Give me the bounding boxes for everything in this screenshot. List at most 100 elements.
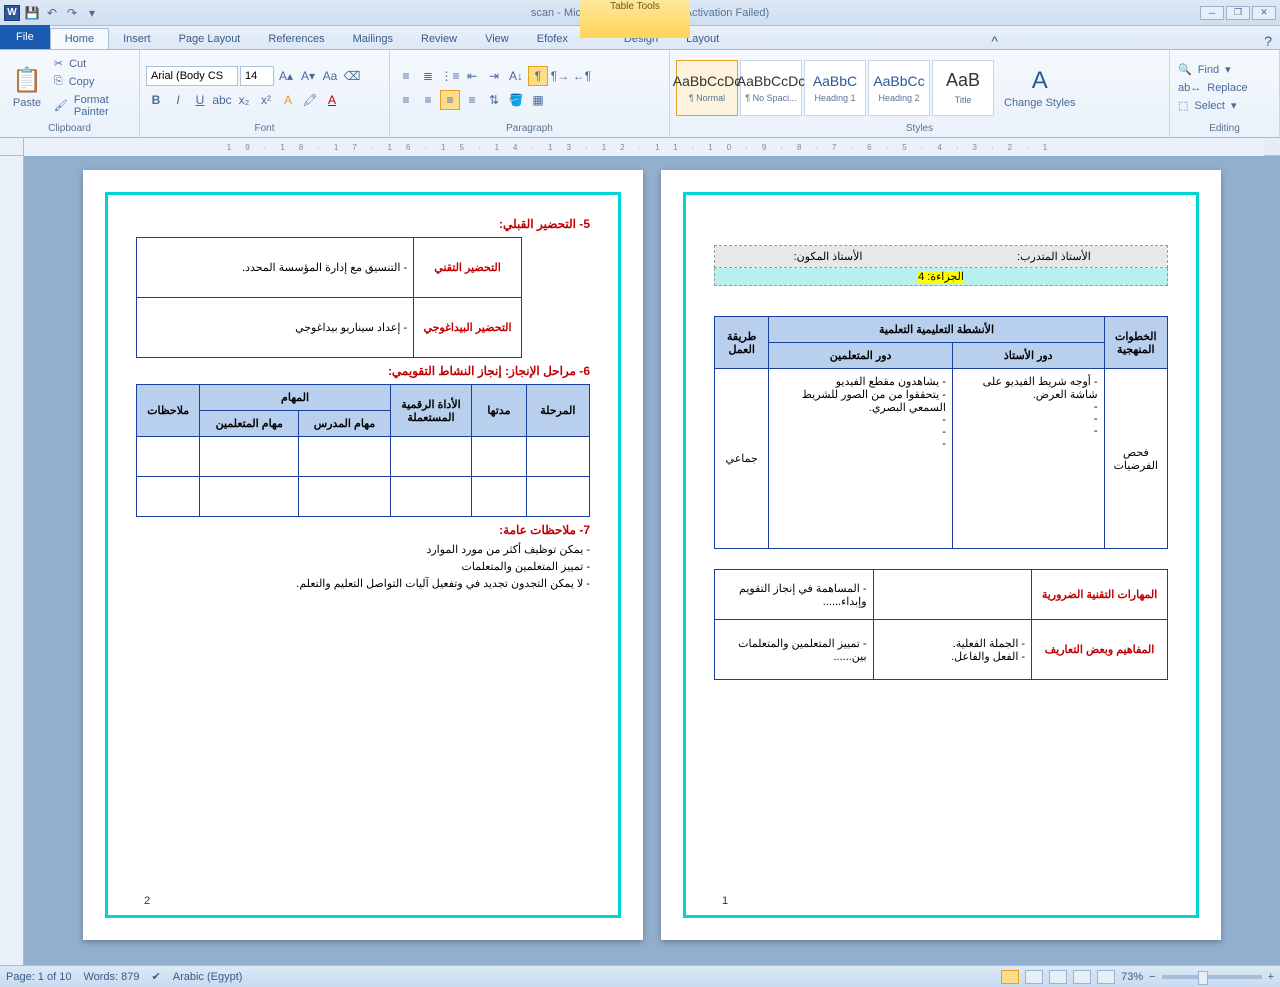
header-trainer: الأستاذ المكون: [715, 246, 941, 267]
underline-icon[interactable]: U [190, 90, 210, 110]
copy-button[interactable]: ⎘ Copy [52, 74, 133, 90]
workspace: 5- التحضير القبلي: التحضير التقني - التن… [0, 156, 1280, 965]
cell-learner-1: - يشاهدون مقطع الفيديو - يتحققوا من من ا… [769, 369, 953, 549]
view-draft-icon[interactable] [1097, 970, 1115, 984]
select-button[interactable]: ⬚ Select ▾ [1176, 98, 1252, 114]
style-title[interactable]: AaBTitle [932, 60, 994, 116]
heading-6: 6- مراحل الإنجاز: إنجاز النشاط التقويمي: [136, 364, 590, 378]
note-3: - لا يمكن التجدون تجديد في وتفعيل آليات … [136, 577, 590, 590]
sort-icon[interactable]: A↓ [506, 66, 526, 86]
font-size-combo[interactable]: 14 [240, 66, 274, 86]
status-proofing-icon[interactable]: ✔ [152, 970, 161, 983]
style-nospacing[interactable]: AaBbCcDc¶ No Spaci... [740, 60, 802, 116]
cell-concepts-1: - الجملة الفعلية. - الفعل والفاعل. [873, 620, 1032, 680]
font-color-icon[interactable]: A [322, 90, 342, 110]
cut-button[interactable]: ✂ Cut [52, 56, 133, 72]
page-number-1: 1 [722, 895, 728, 907]
view-outline-icon[interactable] [1073, 970, 1091, 984]
grow-font-icon[interactable]: A▴ [276, 66, 296, 86]
numbering-icon[interactable]: ≣ [418, 66, 438, 86]
bullets-icon[interactable]: ≡ [396, 66, 416, 86]
paste-icon: 📋 [12, 66, 42, 95]
bold-icon[interactable]: B [146, 90, 166, 110]
justify-icon[interactable]: ≡ [462, 90, 482, 110]
align-left-icon[interactable]: ≡ [396, 90, 416, 110]
paste-button[interactable]: 📋Paste [6, 64, 48, 111]
vertical-ruler[interactable] [0, 156, 24, 965]
cell-prep-ped: التحضير البيداغوجي [414, 298, 522, 358]
clear-formatting-icon[interactable]: ⌫ [342, 66, 362, 86]
help-icon[interactable]: ? [1264, 33, 1272, 49]
page-2[interactable]: 5- التحضير القبلي: التحضير التقني - التن… [83, 170, 643, 940]
tab-mailings[interactable]: Mailings [339, 29, 407, 49]
th-notes: ملاحظات [137, 385, 200, 437]
font-name-combo[interactable]: Arial (Body CS [146, 66, 238, 86]
view-print-layout-icon[interactable] [1001, 970, 1019, 984]
restore-button[interactable]: ❐ [1226, 6, 1250, 20]
style-heading2[interactable]: AaBbCcHeading 2 [868, 60, 930, 116]
zoom-in-icon[interactable]: + [1268, 971, 1274, 983]
status-page[interactable]: Page: 1 of 10 [6, 971, 71, 983]
show-marks-icon[interactable]: ¶ [528, 66, 548, 86]
close-button[interactable]: ✕ [1252, 6, 1276, 20]
save-icon[interactable]: 💾 [24, 5, 40, 21]
text-effects-icon[interactable]: A [278, 90, 298, 110]
cell-prep-ped-text: - إعداد سيناريو بيداغوجي [137, 298, 414, 358]
minimize-button[interactable]: ─ [1200, 6, 1224, 20]
th-learner-role: دور المتعلمين [769, 343, 953, 369]
status-bar: Page: 1 of 10 Words: 879 ✔ Arabic (Egypt… [0, 965, 1280, 987]
ltr-icon[interactable]: ¶→ [550, 66, 570, 86]
tab-pagelayout[interactable]: Page Layout [165, 29, 255, 49]
zoom-slider[interactable] [1162, 975, 1262, 979]
decrease-indent-icon[interactable]: ⇤ [462, 66, 482, 86]
format-painter-button[interactable]: 🖌 Format Painter [52, 92, 133, 120]
style-normal[interactable]: AaBbCcDc¶ Normal [676, 60, 738, 116]
redo-icon[interactable]: ↷ [64, 5, 80, 21]
view-fullscreen-icon[interactable] [1025, 970, 1043, 984]
multilevel-icon[interactable]: ⋮≡ [440, 66, 460, 86]
ribbon-minimize-icon[interactable]: ^ [991, 33, 998, 49]
zoom-level[interactable]: 73% [1121, 971, 1143, 983]
tab-view[interactable]: View [471, 29, 523, 49]
contextual-tab-tabletools: Table Tools [580, 0, 690, 38]
tab-insert[interactable]: Insert [109, 29, 165, 49]
th-tool: الأداة الرقمية المستعملة [390, 385, 472, 437]
undo-icon[interactable]: ↶ [44, 5, 60, 21]
word-app-icon: W [4, 5, 20, 21]
tab-references[interactable]: References [254, 29, 338, 49]
strike-icon[interactable]: abc [212, 90, 232, 110]
styles-gallery[interactable]: AaBbCcDc¶ Normal AaBbCcDc¶ No Spaci... A… [676, 60, 994, 116]
italic-icon[interactable]: I [168, 90, 188, 110]
tab-home[interactable]: Home [50, 28, 109, 49]
quick-access-toolbar: 💾 ↶ ↷ ▾ [24, 5, 100, 21]
status-words[interactable]: Words: 879 [83, 971, 139, 983]
zoom-out-icon[interactable]: − [1149, 971, 1155, 983]
subscript-icon[interactable]: x₂ [234, 90, 254, 110]
align-center-icon[interactable]: ≡ [418, 90, 438, 110]
status-language[interactable]: Arabic (Egypt) [173, 971, 243, 983]
tab-review[interactable]: Review [407, 29, 471, 49]
style-heading1[interactable]: AaBbCHeading 1 [804, 60, 866, 116]
find-button[interactable]: 🔍 Find ▾ [1176, 62, 1252, 78]
tab-file[interactable]: File [0, 25, 50, 49]
document-area[interactable]: 5- التحضير القبلي: التحضير التقني - التن… [24, 156, 1280, 965]
qat-dropdown-icon[interactable]: ▾ [84, 5, 100, 21]
borders-icon[interactable]: ▦ [528, 90, 548, 110]
view-web-icon[interactable] [1049, 970, 1067, 984]
tab-efofex[interactable]: Efofex [523, 29, 582, 49]
rtl-icon[interactable]: ←¶ [572, 66, 592, 86]
increase-indent-icon[interactable]: ⇥ [484, 66, 504, 86]
highlight-icon[interactable]: 🖍 [300, 90, 320, 110]
change-styles-button[interactable]: AChange Styles [998, 65, 1082, 111]
line-spacing-icon[interactable]: ⇅ [484, 90, 504, 110]
shading-icon[interactable]: 🪣 [506, 90, 526, 110]
horizontal-ruler[interactable]: 19·18·17·16·15·14·13·12·11·10·9·8·7·6·5·… [24, 138, 1264, 156]
superscript-icon[interactable]: x² [256, 90, 276, 110]
change-case-icon[interactable]: Aa [320, 66, 340, 86]
group-clipboard-label: Clipboard [6, 123, 133, 135]
page-1[interactable]: الأستاذ المتدرب: الأستاذ المكون: الجزاءة… [661, 170, 1221, 940]
align-right-icon[interactable]: ≡ [440, 90, 460, 110]
cell-concepts-header: المفاهيم وبعض التعاريف [1032, 620, 1168, 680]
replace-button[interactable]: ab↔ Replace [1176, 80, 1252, 96]
shrink-font-icon[interactable]: A▾ [298, 66, 318, 86]
